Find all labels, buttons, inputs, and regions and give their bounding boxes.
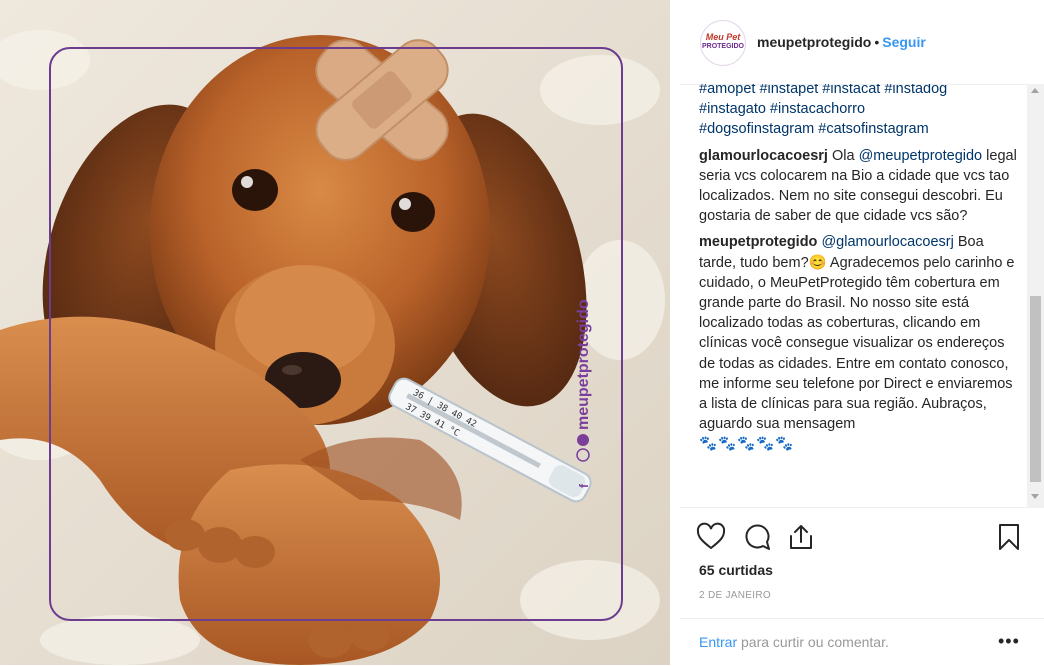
comment-username[interactable]: glamourlocacoesrj bbox=[699, 148, 828, 164]
header-username[interactable]: meupetprotegido bbox=[757, 34, 871, 50]
heart-icon[interactable] bbox=[696, 522, 726, 552]
comment-text: Boa tarde, tudo bem?😊 Agradecemos pelo c… bbox=[699, 234, 1015, 433]
comment-mention[interactable]: @meupetprotegido bbox=[859, 148, 983, 164]
hashtag-link[interactable]: #dogsofinstagram bbox=[699, 121, 814, 137]
scroll-down-arrow-icon[interactable] bbox=[1031, 494, 1039, 499]
hashtag-link[interactable]: #instadog bbox=[884, 84, 947, 97]
follow-button[interactable]: Seguir bbox=[882, 34, 926, 50]
comment-bar: Entrar para curtir ou comentar. ••• bbox=[680, 618, 1044, 666]
post-actions: 65 curtidas 2 DE JANEIRO bbox=[680, 507, 1044, 628]
avatar[interactable]: Meu Pet PROTEGIDO bbox=[700, 20, 746, 66]
share-icon[interactable] bbox=[786, 522, 816, 552]
post-sidebar: Meu Pet PROTEGIDO meupetprotegido • Seguir… bbox=[680, 0, 1044, 665]
hashtag-link[interactable]: #catsofinstagram bbox=[818, 121, 928, 137]
likes-count[interactable]: 65 curtidas bbox=[699, 562, 773, 578]
caption-hashtags: #amopet #instapet #instacat #instadog #inst… bbox=[699, 84, 1021, 140]
bookmark-icon[interactable] bbox=[994, 522, 1024, 552]
scrollbar-thumb[interactable] bbox=[1030, 296, 1041, 482]
post-date[interactable]: 2 DE JANEIRO bbox=[699, 590, 771, 601]
comment-mention[interactable]: @glamourlocacoesrj bbox=[821, 234, 953, 250]
hashtag-link[interactable]: #instacachorro bbox=[770, 101, 865, 117]
avatar-text-top: Meu Pet bbox=[705, 32, 741, 42]
more-options-icon[interactable]: ••• bbox=[998, 631, 1020, 652]
puppy-illustration: 36 | 38 40 42 37 39 41 °C meupetprotegid… bbox=[0, 0, 670, 665]
avatar-text-bottom: PROTEGIDO bbox=[701, 43, 744, 50]
hashtag-link[interactable]: #instapet bbox=[759, 84, 818, 97]
scroll-up-arrow-icon[interactable] bbox=[1031, 88, 1039, 93]
post-header: Meu Pet PROTEGIDO meupetprotegido • Seguir bbox=[680, 0, 1044, 85]
login-prompt-text: para curtir ou comentar. bbox=[737, 634, 889, 650]
hashtag-link[interactable]: #instacat bbox=[822, 84, 880, 97]
youtube-icon bbox=[577, 434, 589, 446]
header-separator: • bbox=[874, 34, 880, 50]
header-text: meupetprotegido • Seguir bbox=[757, 34, 926, 50]
comments-scrollbar[interactable] bbox=[1027, 84, 1044, 507]
comment-text-pre: Ola bbox=[831, 147, 859, 164]
comment: glamourlocacoesrj Ola @meupetprotegido l… bbox=[699, 146, 1021, 227]
watermark-text: meupetprotegido bbox=[575, 299, 592, 430]
comment: meupetprotegido @glamourlocacoesrj Boa t… bbox=[699, 232, 1021, 454]
comment-icon[interactable] bbox=[742, 522, 772, 552]
comment-username[interactable]: meupetprotegido bbox=[699, 234, 817, 250]
paw-emoji-row: 🐾🐾🐾🐾🐾 bbox=[699, 436, 795, 453]
hashtag-link[interactable]: #instagato bbox=[699, 101, 766, 117]
post-photo[interactable]: 36 | 38 40 42 37 39 41 °C meupetprotegid… bbox=[0, 0, 670, 665]
login-prompt: Entrar para curtir ou comentar. bbox=[699, 634, 889, 650]
comments-list[interactable]: #amopet #instapet #instacat #instadog #inst… bbox=[699, 84, 1021, 506]
hashtag-link[interactable]: #amopet bbox=[699, 84, 755, 97]
login-link[interactable]: Entrar bbox=[699, 634, 737, 650]
